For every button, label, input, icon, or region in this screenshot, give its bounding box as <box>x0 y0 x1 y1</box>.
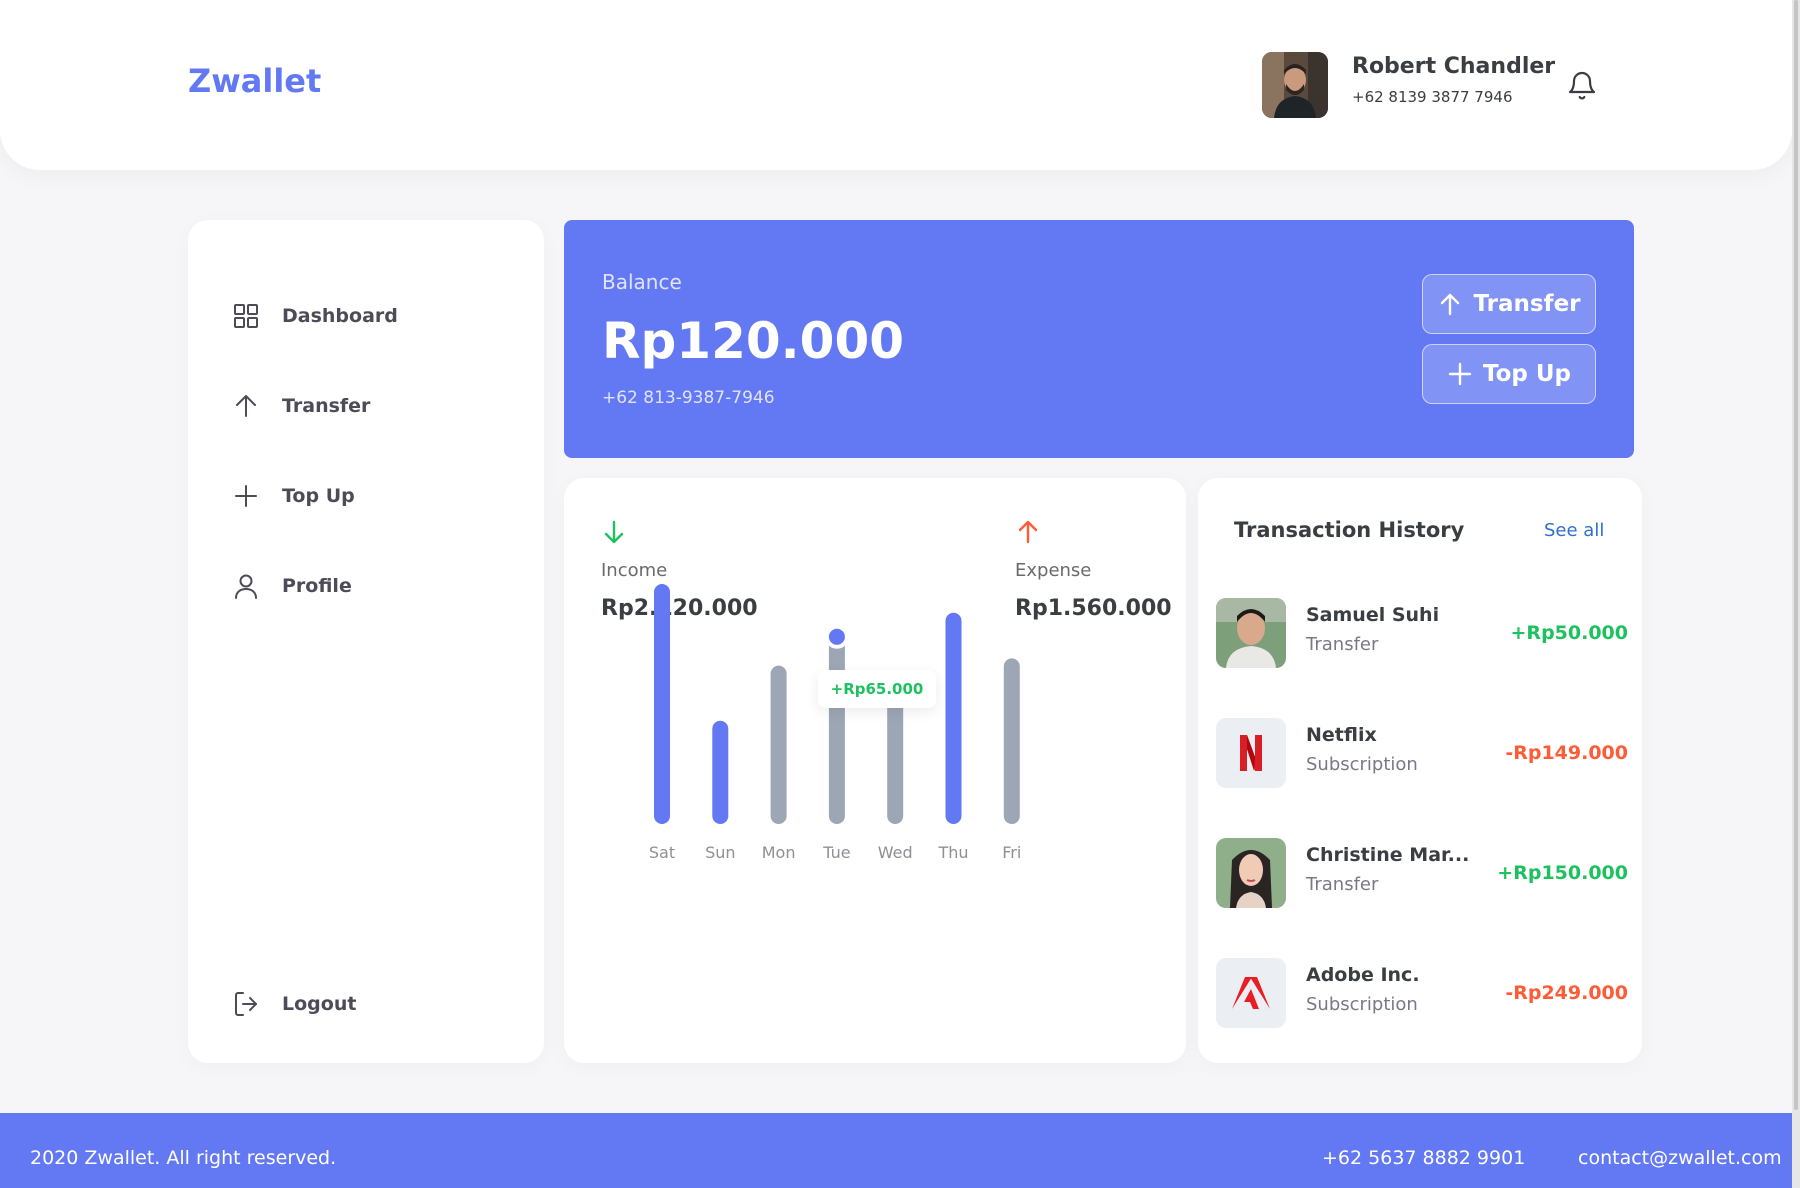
topup-button-label: Top Up <box>1482 361 1572 387</box>
transaction-amount: -Rp249.000 <box>1505 982 1628 1004</box>
transaction-name: Samuel Suhi <box>1306 604 1440 626</box>
chart-tick-label: Fri <box>1002 843 1021 862</box>
user-icon <box>235 574 257 599</box>
footer: 2020 Zwallet. All right reserved. +62 56… <box>0 1113 1800 1188</box>
history-title: Transaction History <box>1234 518 1465 542</box>
transaction-amount: +Rp150.000 <box>1497 862 1628 884</box>
footer-copyright: 2020 Zwallet. All right reserved. <box>30 1147 337 1169</box>
transaction-name: Adobe Inc. <box>1306 964 1420 986</box>
sidebar-item-label: Dashboard <box>282 305 398 327</box>
logout-button[interactable]: Logout <box>232 984 512 1024</box>
transaction-history-card: Transaction History See all Samuel Suhi … <box>1198 478 1642 1063</box>
transaction-item[interactable]: Samuel Suhi Transfer +Rp50.000 <box>1216 598 1628 670</box>
logout-icon <box>235 992 257 1016</box>
plus-icon <box>235 485 257 507</box>
chart-bar-tue[interactable] <box>828 636 845 824</box>
sidebar-item-profile[interactable]: Profile <box>232 566 512 606</box>
footer-phone: +62 5637 8882 9901 <box>1322 1147 1526 1169</box>
chart-bar-thu[interactable] <box>945 612 962 824</box>
weekly-chart: Sat Sun Mon Tue Wed Thu Fri <box>649 584 1021 862</box>
transaction-item[interactable]: Christine Mar... Transfer +Rp150.000 <box>1216 838 1628 910</box>
transaction-amount: +Rp50.000 <box>1510 622 1628 644</box>
scrollbar-thumb[interactable] <box>1794 0 1798 1110</box>
transaction-type: Transfer <box>1306 634 1379 655</box>
chart-tick-label: Tue <box>822 843 850 862</box>
arrow-up-icon <box>1441 293 1460 316</box>
transaction-name: Netflix <box>1306 724 1377 746</box>
chart-tick-label: Sat <box>649 843 675 862</box>
logout-label: Logout <box>282 993 357 1015</box>
bell-icon[interactable] <box>1568 70 1596 102</box>
chart-tick-label: Thu <box>937 843 968 862</box>
sidebar-item-label: Transfer <box>282 395 371 417</box>
balance-amount: Rp120.000 <box>602 312 905 370</box>
arrow-up-icon <box>236 395 256 417</box>
chart-bar-sun[interactable] <box>712 720 729 824</box>
user-avatar[interactable] <box>1262 52 1328 118</box>
sidebar: Dashboard Transfer Top Up Profile Logout <box>188 220 544 1063</box>
topup-button[interactable]: Top Up <box>1422 344 1596 404</box>
transfer-button-label: Transfer <box>1473 291 1581 317</box>
app-logo[interactable]: Zwallet <box>188 62 321 100</box>
sidebar-item-topup[interactable]: Top Up <box>232 476 512 516</box>
footer-email[interactable]: contact@zwallet.com <box>1578 1147 1782 1169</box>
sidebar-item-dashboard[interactable]: Dashboard <box>232 296 512 336</box>
sidebar-item-label: Profile <box>282 575 352 597</box>
balance-phone: +62 813-9387-7946 <box>602 388 775 408</box>
plus-icon <box>1448 362 1472 386</box>
income-expense-card: Income Rp2.120.000 Expense Rp1.560.000 S… <box>564 478 1186 1063</box>
transfer-button[interactable]: Transfer <box>1422 274 1596 334</box>
balance-card: Balance Rp120.000 +62 813-9387-7946 Tran… <box>564 220 1634 458</box>
transaction-item[interactable]: Adobe Inc. Subscription -Rp249.000 <box>1216 958 1628 1030</box>
transaction-name: Christine Mar... <box>1306 844 1470 866</box>
user-name: Robert Chandler <box>1352 54 1556 79</box>
transaction-type: Subscription <box>1306 754 1418 775</box>
transaction-type: Subscription <box>1306 994 1418 1015</box>
sidebar-item-transfer[interactable]: Transfer <box>232 386 512 426</box>
netflix-logo-icon <box>1216 718 1286 788</box>
chart-tooltip: +Rp65.000 <box>818 670 936 708</box>
chart-bar-mon[interactable] <box>770 665 787 824</box>
chart-bar-sat[interactable] <box>654 584 670 824</box>
contact-avatar <box>1216 838 1286 908</box>
see-all-link[interactable]: See all <box>1544 520 1604 541</box>
chart-tick-label: Wed <box>878 843 913 862</box>
chart-tick-label: Sun <box>705 843 735 862</box>
transaction-amount: -Rp149.000 <box>1505 742 1628 764</box>
transaction-item[interactable]: Netflix Subscription -Rp149.000 <box>1216 718 1628 790</box>
chart-highlight-dot <box>824 624 849 649</box>
chart-bar-fri[interactable] <box>1003 658 1020 824</box>
contact-avatar <box>1216 598 1286 668</box>
top-header: Zwallet Robert Chandler +62 8139 3877 79… <box>0 0 1792 170</box>
balance-label: Balance <box>602 270 682 294</box>
chart-tick-label: Mon <box>762 843 796 862</box>
grid-icon <box>234 304 258 328</box>
user-phone: +62 8139 3877 7946 <box>1352 88 1513 106</box>
transaction-type: Transfer <box>1306 874 1379 895</box>
adobe-logo-icon <box>1216 958 1286 1028</box>
sidebar-item-label: Top Up <box>282 485 355 507</box>
